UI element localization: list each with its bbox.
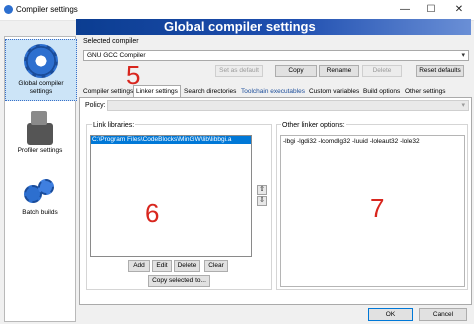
maximize-button[interactable]: ☐	[418, 2, 444, 18]
tab-toolchain-executables[interactable]: Toolchain executables	[239, 86, 307, 97]
edit-library-button[interactable]: Edit	[152, 260, 172, 272]
gear-icon	[24, 44, 58, 78]
arrow-down-icon: ⇩	[259, 197, 265, 204]
close-button[interactable]: ✕	[446, 2, 472, 18]
move-up-button[interactable]: ⇧	[257, 185, 267, 195]
sidebar-item-label: Profiler settings	[17, 147, 63, 154]
annotation-7: 7	[370, 193, 385, 223]
cancel-button[interactable]: Cancel	[419, 308, 467, 321]
sidebar-item-label: settings	[29, 88, 53, 95]
tab-compiler-settings[interactable]: Compiler settings	[81, 86, 135, 97]
copy-selected-to-button[interactable]: Copy selected to...	[148, 275, 210, 287]
other-linker-options-text: -lbgi -lgdi32 -lcomdlg32 -luuid -loleaut…	[283, 138, 420, 145]
clear-libraries-button[interactable]: Clear	[204, 260, 228, 272]
policy-select[interactable]: ▾	[107, 100, 469, 111]
title-bar: Compiler settings — ☐ ✕	[0, 0, 474, 21]
batch-builds-icon	[24, 179, 56, 207]
copy-button[interactable]: Copy	[275, 65, 317, 77]
list-item[interactable]: C:\Program Files\CodeBlocks\MinGW\lib\li…	[91, 136, 251, 144]
other-linker-options-label: Other linker options:	[281, 122, 346, 129]
banner-title: Global compiler settings	[164, 19, 316, 34]
delete-library-button[interactable]: Delete	[174, 260, 200, 272]
selected-compiler-label: Selected compiler	[83, 38, 139, 45]
profiler-icon	[25, 109, 55, 145]
rename-button[interactable]: Rename	[319, 65, 359, 77]
tab-custom-variables[interactable]: Custom variables	[307, 86, 361, 97]
policy-label: Policy:	[85, 102, 106, 109]
category-sidebar: Global compiler settings Profiler settin…	[4, 36, 77, 322]
reset-defaults-button[interactable]: Reset defaults	[416, 65, 464, 77]
set-as-default-button[interactable]: Set as default	[215, 65, 263, 77]
move-down-button[interactable]: ⇩	[257, 196, 267, 206]
window-title: Compiler settings	[16, 5, 78, 14]
tab-other-settings[interactable]: Other settings	[403, 86, 447, 97]
annotation-6: 6	[145, 198, 160, 228]
sidebar-item-label: Global compiler	[18, 80, 64, 87]
chevron-down-icon: ▾	[461, 102, 465, 109]
compiler-select-value: GNU GCC Compiler	[87, 52, 146, 59]
tab-build-options[interactable]: Build options	[361, 86, 402, 97]
header-banner: Global compiler settings	[76, 19, 471, 35]
minimize-button[interactable]: —	[392, 2, 418, 18]
arrow-up-icon: ⇧	[259, 186, 265, 193]
tab-search-directories[interactable]: Search directories	[182, 86, 238, 97]
sidebar-item-global-compiler-settings[interactable]: Global compiler settings	[5, 39, 77, 101]
chevron-down-icon: ▾	[461, 52, 465, 59]
link-libraries-label: Link libraries:	[92, 122, 136, 129]
sidebar-item-batch-builds[interactable]: Batch builds	[5, 173, 75, 219]
sidebar-item-label: Batch builds	[22, 209, 58, 216]
add-library-button[interactable]: Add	[128, 260, 150, 272]
delete-compiler-button[interactable]: Delete	[362, 65, 402, 77]
app-icon	[4, 5, 13, 14]
link-libraries-list[interactable]: C:\Program Files\CodeBlocks\MinGW\lib\li…	[90, 135, 252, 257]
ok-button[interactable]: OK	[368, 308, 413, 321]
sidebar-item-profiler-settings[interactable]: Profiler settings	[5, 105, 75, 155]
compiler-select[interactable]: GNU GCC Compiler ▾	[83, 50, 469, 61]
